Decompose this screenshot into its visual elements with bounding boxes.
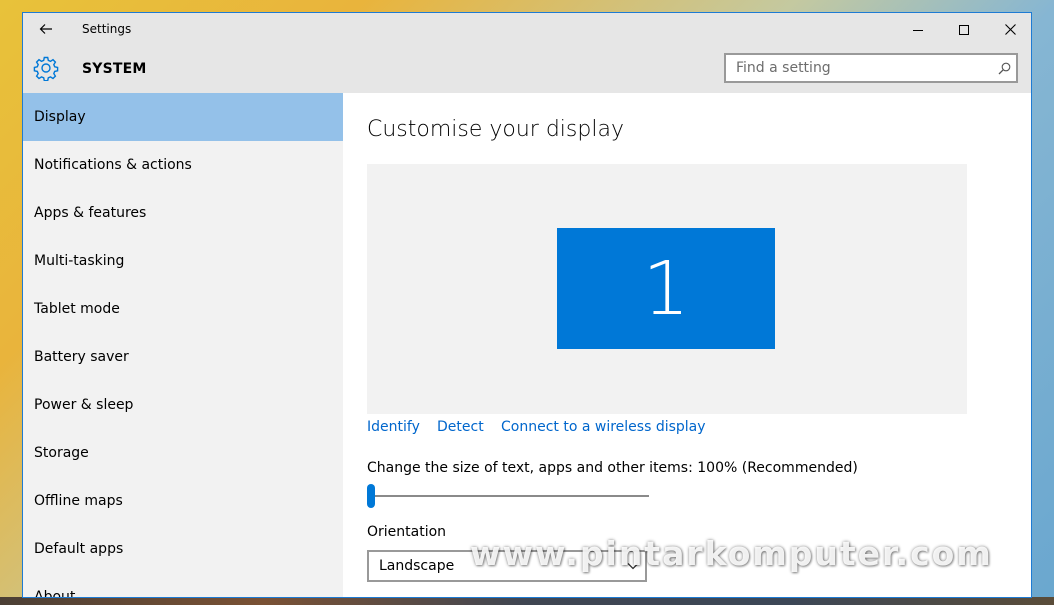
desktop-taskbar-strip	[0, 597, 1054, 605]
sidebar-item-power-sleep[interactable]: Power & sleep	[23, 381, 343, 429]
sidebar-item-notifications[interactable]: Notifications & actions	[23, 141, 343, 189]
sidebar-item-storage[interactable]: Storage	[23, 429, 343, 477]
sidebar-item-default-apps[interactable]: Default apps	[23, 525, 343, 573]
minimize-icon	[913, 20, 923, 39]
maximize-icon	[959, 20, 969, 39]
scale-slider-thumb[interactable]	[367, 484, 375, 508]
watermark-text: www.pintarkomputer.com	[470, 534, 993, 573]
search-input[interactable]	[726, 55, 992, 81]
settings-window: Settings SYSTEM Find a setting Display N…	[22, 12, 1032, 598]
connect-wireless-display-link[interactable]: Connect to a wireless display	[501, 419, 706, 435]
magnifier-icon[interactable]	[992, 55, 1016, 81]
display-arrangement-area: 1	[367, 164, 967, 414]
page-title: Customise your display	[367, 117, 624, 142]
orientation-value: Landscape	[379, 558, 455, 574]
sidebar-item-apps-features[interactable]: Apps & features	[23, 189, 343, 237]
scale-slider[interactable]	[367, 483, 649, 509]
minimize-button[interactable]	[895, 13, 941, 45]
sidebar-item-multitasking[interactable]: Multi-tasking	[23, 237, 343, 285]
scale-label: Change the size of text, apps and other …	[367, 460, 858, 476]
sidebar-nav: Display Notifications & actions Apps & f…	[23, 93, 343, 597]
section-title: SYSTEM	[82, 61, 147, 77]
monitor-1-tile[interactable]: 1	[557, 228, 775, 349]
sidebar-item-tablet-mode[interactable]: Tablet mode	[23, 285, 343, 333]
sidebar-item-about[interactable]: About	[23, 573, 343, 597]
display-settings-pane: Customise your display 1 Identify Detect…	[343, 93, 1031, 597]
identify-link[interactable]: Identify	[367, 419, 420, 435]
back-button[interactable]	[23, 13, 69, 45]
sidebar-item-display[interactable]: Display	[23, 93, 343, 141]
window-title: Settings	[82, 22, 132, 36]
sidebar-item-offline-maps[interactable]: Offline maps	[23, 477, 343, 525]
detect-link[interactable]: Detect	[437, 419, 484, 435]
title-bar: Settings	[23, 13, 1031, 45]
orientation-label: Orientation	[367, 524, 447, 540]
gear-icon	[33, 55, 59, 81]
close-icon	[1004, 20, 1016, 39]
maximize-button[interactable]	[941, 13, 987, 45]
sidebar-item-battery-saver[interactable]: Battery saver	[23, 333, 343, 381]
arrow-left-icon	[39, 20, 53, 39]
scale-slider-track[interactable]	[369, 495, 649, 497]
search-box[interactable]	[724, 53, 1018, 83]
settings-header: SYSTEM	[23, 45, 1031, 93]
close-button[interactable]	[987, 13, 1031, 45]
